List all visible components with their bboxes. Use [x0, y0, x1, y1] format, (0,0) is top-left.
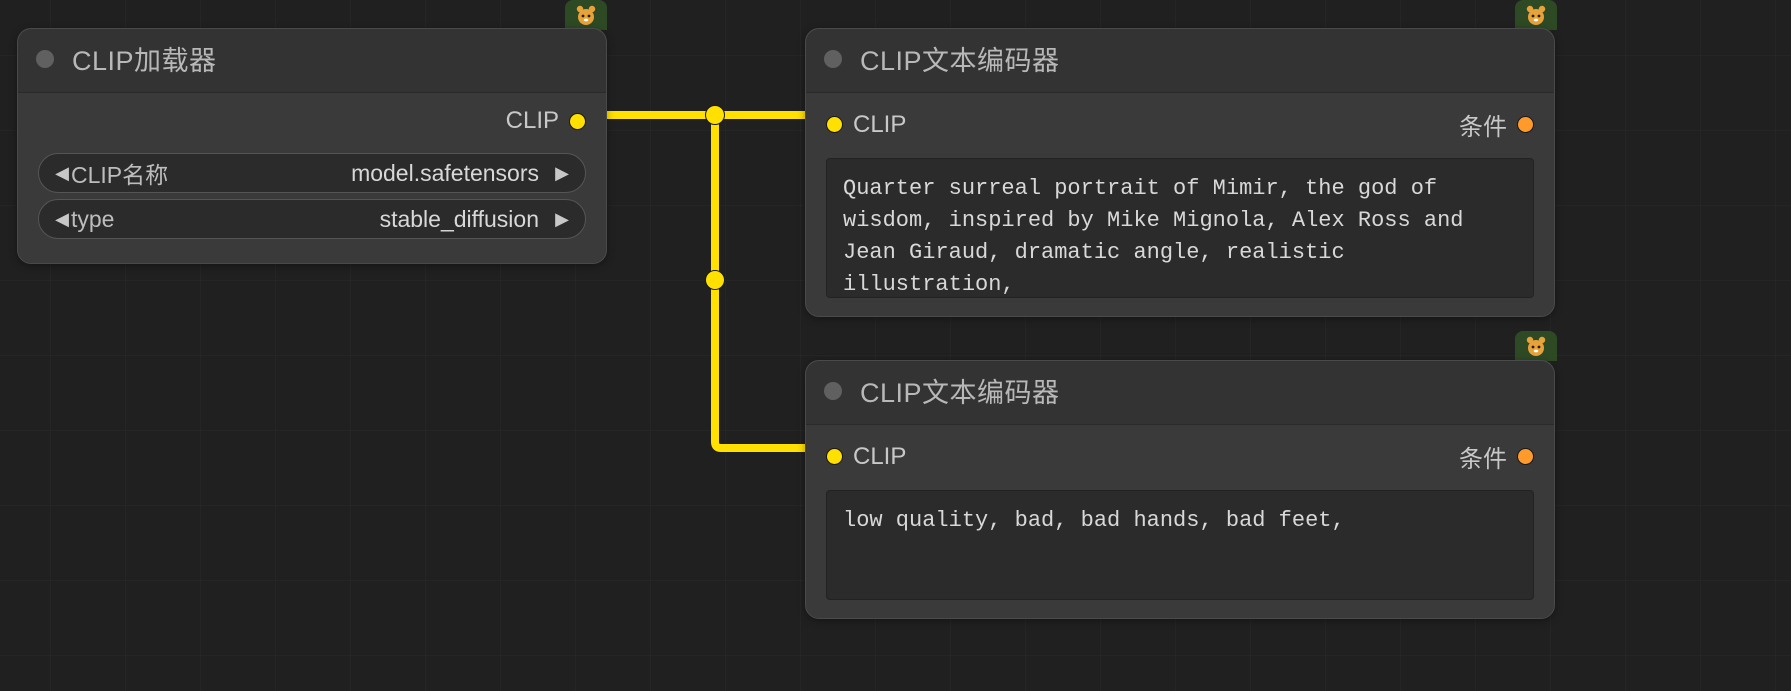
port-dot-icon[interactable]	[826, 448, 843, 465]
node-badge-icon	[1515, 0, 1557, 30]
output-port-clip[interactable]: CLIP	[506, 107, 586, 135]
node-title: CLIP加载器	[72, 39, 217, 78]
port-label: 条件	[1459, 439, 1507, 474]
widget-label: CLIP名称	[71, 156, 168, 190]
widget-label: type	[71, 206, 114, 233]
node-title: CLIP文本编码器	[860, 371, 1060, 410]
port-label: CLIP	[506, 107, 559, 135]
chevron-right-icon[interactable]: ▶	[553, 209, 571, 230]
port-dot-icon[interactable]	[1517, 448, 1534, 465]
port-dot-icon[interactable]	[569, 113, 586, 130]
port-label: CLIP	[853, 443, 906, 471]
wire-junction	[705, 105, 725, 125]
chevron-left-icon[interactable]: ◀	[53, 209, 71, 230]
widget-value: stable_diffusion	[380, 206, 539, 233]
node-clip-loader[interactable]: CLIP加载器 CLIP ◀ CLIP名称 model.safetensors …	[17, 28, 607, 264]
node-clip-text-encoder-negative[interactable]: CLIP文本编码器 CLIP 条件 low quality, bad, bad …	[805, 360, 1555, 619]
node-header[interactable]: CLIP文本编码器	[806, 29, 1554, 93]
node-badge-icon	[565, 0, 607, 30]
node-header[interactable]: CLIP加载器	[18, 29, 606, 93]
collapse-dot-icon[interactable]	[824, 382, 842, 400]
port-label: CLIP	[853, 111, 906, 139]
prompt-textarea[interactable]: Quarter surreal portrait of Mimir, the g…	[826, 158, 1534, 298]
widget-clip-name[interactable]: ◀ CLIP名称 model.safetensors ▶	[38, 153, 586, 193]
widget-value: model.safetensors	[351, 160, 539, 187]
chevron-left-icon[interactable]: ◀	[53, 163, 71, 184]
collapse-dot-icon[interactable]	[36, 50, 54, 68]
node-badge-icon	[1515, 331, 1557, 361]
port-dot-icon[interactable]	[1517, 116, 1534, 133]
port-label: 条件	[1459, 107, 1507, 142]
input-port-clip[interactable]: CLIP	[826, 443, 906, 471]
wire-junction	[705, 270, 725, 290]
input-port-clip[interactable]: CLIP	[826, 111, 906, 139]
collapse-dot-icon[interactable]	[824, 50, 842, 68]
port-dot-icon[interactable]	[826, 116, 843, 133]
node-header[interactable]: CLIP文本编码器	[806, 361, 1554, 425]
chevron-right-icon[interactable]: ▶	[553, 163, 571, 184]
output-port-conditioning[interactable]: 条件	[1459, 107, 1534, 142]
node-title: CLIP文本编码器	[860, 39, 1060, 78]
node-clip-text-encoder-positive[interactable]: CLIP文本编码器 CLIP 条件 Quarter surreal portra…	[805, 28, 1555, 317]
prompt-textarea[interactable]: low quality, bad, bad hands, bad feet,	[826, 490, 1534, 600]
widget-type[interactable]: ◀ type stable_diffusion ▶	[38, 199, 586, 239]
output-port-conditioning[interactable]: 条件	[1459, 439, 1534, 474]
